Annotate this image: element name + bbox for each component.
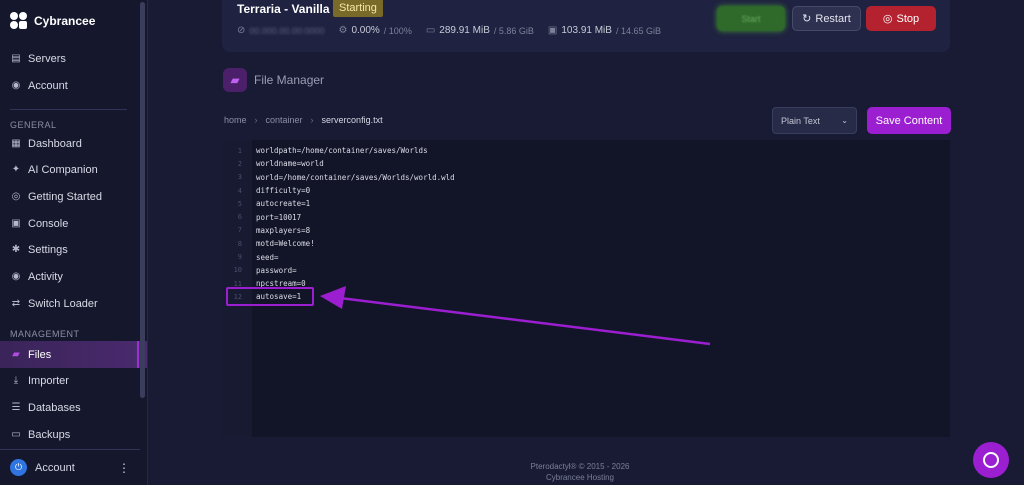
chat-button[interactable] — [973, 442, 1009, 478]
footer: Pterodactyl® © 2015 - 2026 Cybrancee Hos… — [520, 461, 640, 483]
annotation-arrow — [320, 286, 711, 346]
footer-copyright: Pterodactyl® © 2015 - 2026 — [530, 462, 630, 471]
footer-host: Cybrancee Hosting — [545, 473, 615, 482]
chat-icon — [983, 452, 999, 468]
